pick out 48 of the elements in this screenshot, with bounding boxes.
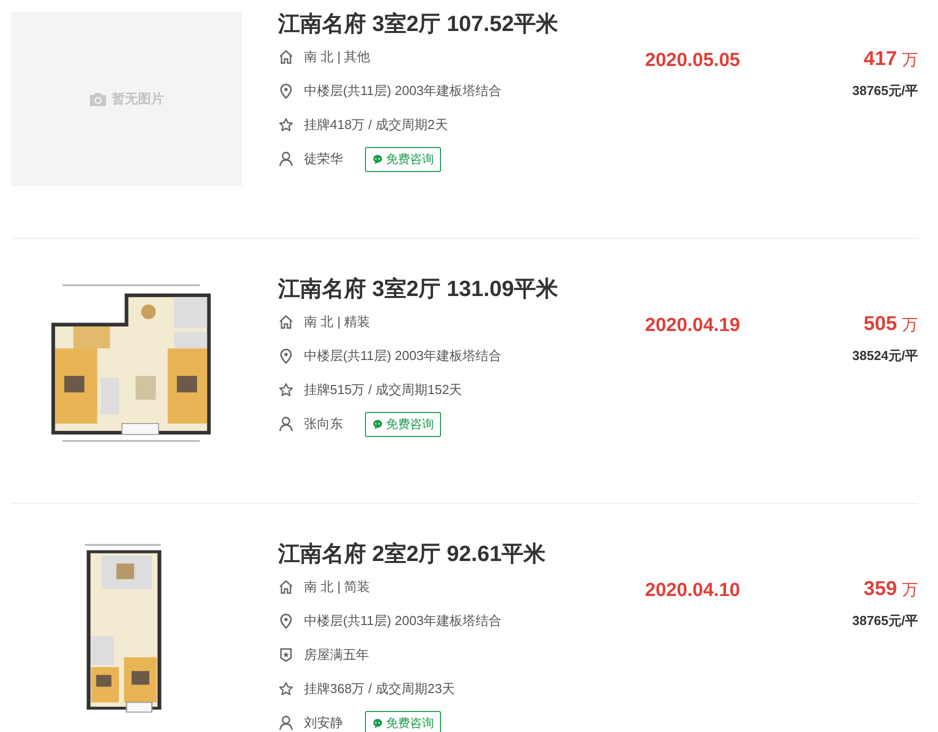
agent-name[interactable]: 刘安静 xyxy=(304,714,343,732)
location-pin-icon xyxy=(278,613,294,629)
price-unit: 万 xyxy=(902,316,918,336)
price-unit: 万 xyxy=(902,581,918,601)
camera-icon xyxy=(89,92,107,106)
person-icon xyxy=(278,715,294,731)
deal-date: 2020.05.05 xyxy=(645,50,740,71)
house-icon xyxy=(278,579,294,595)
total-price: 505 xyxy=(864,313,897,336)
chat-bubble-icon xyxy=(372,154,383,164)
unit-price: 38765元/平 xyxy=(852,612,918,630)
listing-title[interactable]: 江南名府 2室2厅 92.61平米 xyxy=(278,538,645,570)
detail-text: 南 北 | 精装 xyxy=(304,313,370,331)
detail-text: 中楼层(共11层) 2003年建板塔结合 xyxy=(304,347,502,365)
total-price: 359 xyxy=(864,578,897,601)
detail-text: 房屋满五年 xyxy=(304,646,369,664)
detail-text: 挂牌515万 / 成交周期152天 xyxy=(304,381,462,399)
agent-name[interactable]: 徒荣华 xyxy=(304,150,343,168)
detail-text: 中楼层(共11层) 2003年建板塔结合 xyxy=(304,612,502,630)
detail-text: 中楼层(共11层) 2003年建板塔结合 xyxy=(304,82,502,100)
location-pin-icon xyxy=(278,83,294,99)
star-icon xyxy=(278,681,294,697)
total-price: 417 xyxy=(864,48,897,71)
listing-title[interactable]: 江南名府 3室2厅 107.52平米 xyxy=(278,8,645,40)
consult-button[interactable]: 免费咨询 xyxy=(365,710,441,732)
detail-text: 挂牌368万 / 成交周期23天 xyxy=(304,680,455,698)
shield-icon xyxy=(278,647,294,663)
chat-bubble-icon xyxy=(372,418,383,430)
agent-name[interactable]: 张向东 xyxy=(304,415,343,433)
person-icon xyxy=(278,151,294,167)
location-pin-icon xyxy=(278,348,294,364)
detail-text: 南 北 | 简装 xyxy=(304,578,370,596)
consult-button[interactable]: 免费咨询 xyxy=(365,412,441,436)
chat-bubble-icon xyxy=(372,718,383,728)
person-icon xyxy=(278,416,294,432)
house-icon xyxy=(278,49,294,65)
deal-date: 2020.04.10 xyxy=(645,580,740,601)
unit-price: 38524元/平 xyxy=(852,347,918,365)
price-unit: 万 xyxy=(902,51,918,71)
deal-date: 2020.04.19 xyxy=(645,315,740,336)
listing-title[interactable]: 江南名府 3室2厅 131.09平米 xyxy=(278,273,645,305)
house-icon xyxy=(278,314,294,330)
detail-text: 挂牌418万 / 成交周期2天 xyxy=(304,116,448,134)
star-icon xyxy=(278,117,294,133)
star-icon xyxy=(278,382,294,398)
detail-text: 南 北 | 其他 xyxy=(304,48,370,66)
unit-price: 38765元/平 xyxy=(852,82,918,100)
consult-button[interactable]: 免费咨询 xyxy=(365,146,441,172)
